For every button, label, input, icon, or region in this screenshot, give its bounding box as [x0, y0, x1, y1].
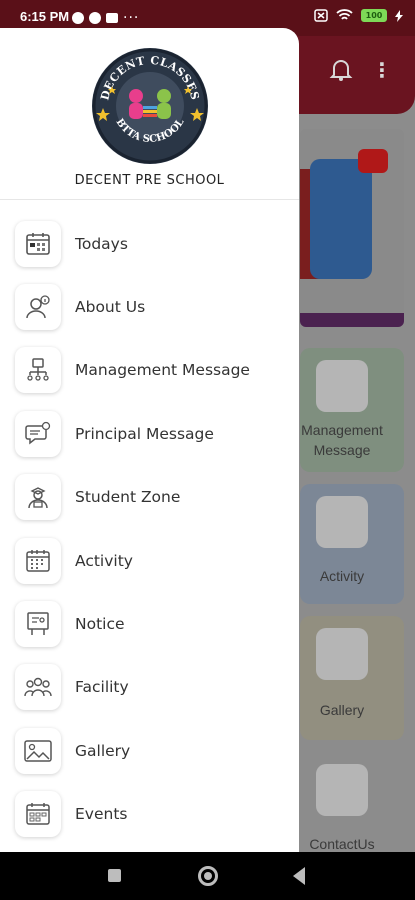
- menu-item-label: Todays: [75, 234, 128, 253]
- bell-icon[interactable]: [328, 56, 354, 82]
- wifi-icon: [336, 9, 353, 20]
- school-name: DECENT PRE SCHOOL: [74, 173, 225, 188]
- menu-item-label: Management Message: [75, 361, 250, 380]
- menu-item-activity[interactable]: Activity: [0, 529, 299, 592]
- battery-icon: 100: [361, 9, 387, 22]
- menu-item-label: Principal Message: [75, 424, 214, 443]
- gallery-icon: [316, 628, 368, 680]
- gallery-card[interactable]: Gallery: [300, 616, 404, 740]
- org-chart-icon: [316, 360, 368, 412]
- card-label: Activity: [319, 568, 365, 584]
- chat-bubble-icon: [25, 421, 51, 445]
- student-icon: [28, 487, 48, 509]
- menu-item-todays[interactable]: Todays: [0, 212, 299, 275]
- contact-us-card[interactable]: ContactUs: [300, 752, 404, 852]
- notice-board-icon: [27, 612, 49, 636]
- menu-item-student-zone[interactable]: Student Zone: [0, 466, 299, 529]
- person-info-icon: [26, 295, 50, 319]
- notification-icon: [72, 12, 84, 24]
- logo-emblem-icon: DECENT CLASSES BTTA SCHOOL: [92, 48, 208, 164]
- management-message-card[interactable]: Management Message: [300, 348, 404, 472]
- events-calendar-icon: [26, 803, 50, 825]
- menu-item-notice[interactable]: Notice: [0, 592, 299, 655]
- group-icon: [24, 678, 52, 697]
- kebab-menu-icon[interactable]: ⋮: [372, 58, 392, 82]
- divider: [0, 199, 299, 200]
- charging-icon: [395, 9, 403, 22]
- card-label: Gallery: [319, 702, 365, 718]
- telephone-icon: [316, 764, 368, 816]
- menu-item-label: Activity: [75, 551, 133, 570]
- recents-button[interactable]: [108, 869, 121, 882]
- activity-card[interactable]: Activity: [300, 484, 404, 604]
- menu-item-label: Notice: [75, 615, 125, 634]
- system-navigation-bar: [0, 852, 415, 900]
- org-chart-icon: [27, 358, 49, 382]
- school-logo: DECENT CLASSES BTTA SCHOOL: [90, 46, 210, 166]
- menu-item-about-us[interactable]: About Us: [0, 275, 299, 338]
- menu-item-management-message[interactable]: Management Message: [0, 339, 299, 402]
- calendar-icon: [26, 232, 50, 255]
- menu-item-events[interactable]: Events: [0, 783, 299, 846]
- back-button[interactable]: [293, 867, 305, 885]
- home-button[interactable]: [198, 866, 218, 886]
- notification-icon: [89, 12, 101, 24]
- menu-item-label: Facility: [75, 678, 129, 697]
- menu-item-principal-message[interactable]: Principal Message: [0, 402, 299, 465]
- menu-item-gallery[interactable]: Gallery: [0, 719, 299, 782]
- menu-item-label: Events: [75, 805, 128, 824]
- sim-icon: [314, 9, 328, 22]
- activity-calendar-icon: [26, 549, 50, 572]
- more-notifications-icon: ···: [123, 10, 140, 26]
- status-time: 6:15 PM: [20, 9, 70, 24]
- menu-item-label: Student Zone: [75, 488, 181, 507]
- menu-item-facility[interactable]: Facility: [0, 656, 299, 719]
- notification-icon: [106, 13, 118, 23]
- activity-calendar-icon: [316, 496, 368, 548]
- card-label: Management Message: [301, 422, 383, 458]
- drawer-menu: Todays About Us Management Message Princ…: [0, 212, 299, 846]
- menu-item-label: About Us: [75, 298, 146, 317]
- gallery-icon: [24, 740, 52, 762]
- navigation-drawer: DECENT CLASSES BTTA SCHOOL DECENT PRE SC…: [0, 28, 299, 852]
- menu-item-label: Gallery: [75, 741, 131, 760]
- card-label: ContactUs: [309, 836, 375, 852]
- youtube-icon[interactable]: [358, 149, 388, 173]
- banner-image: [300, 129, 404, 327]
